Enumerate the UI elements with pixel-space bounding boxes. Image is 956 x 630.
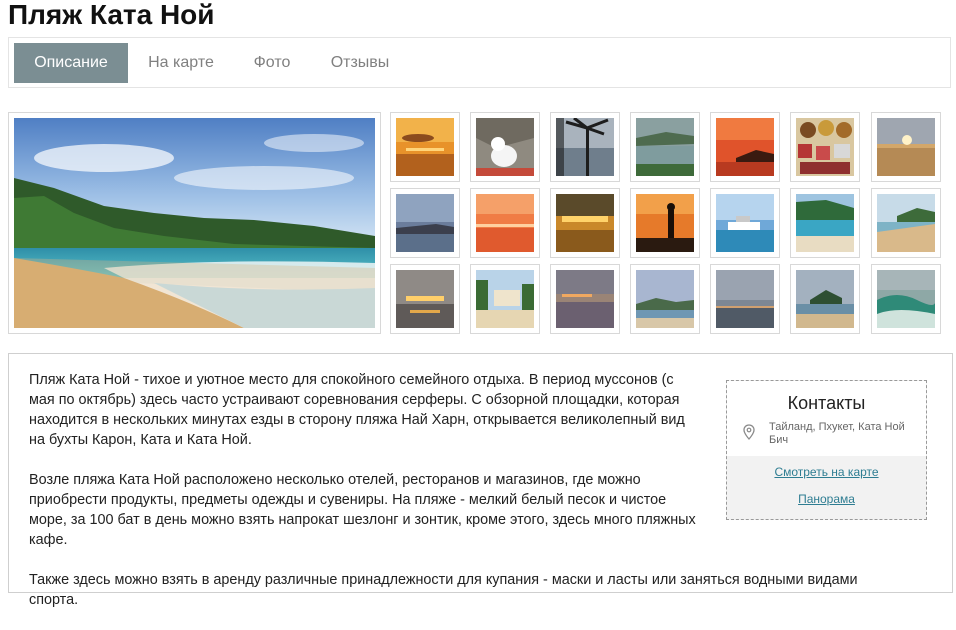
photo-thumbnail[interactable] [390, 112, 460, 182]
photo-thumbnail[interactable] [470, 264, 540, 334]
grey-sky-photo-image [716, 270, 774, 328]
photo-thumbnail[interactable] [470, 188, 540, 258]
tab-photos[interactable]: Фото [241, 43, 303, 83]
contacts-address: Тайланд, Пхукет, Ката Ной Бич [727, 414, 926, 456]
photo-thumbnail[interactable] [710, 112, 780, 182]
photo-thumbnail[interactable] [630, 264, 700, 334]
dusk-photo-image [396, 194, 454, 252]
orange-sky-photo-image [476, 194, 534, 252]
panorama-link[interactable]: Панорама [727, 492, 926, 506]
hotel-photo-image [476, 270, 534, 328]
sunset-sea-photo-image [396, 270, 454, 328]
tab-map[interactable]: На карте [137, 43, 225, 83]
tab-bar: Описание На карте Фото Отзывы [8, 37, 951, 88]
photo-thumbnail[interactable] [710, 264, 780, 334]
tab-description[interactable]: Описание [14, 43, 128, 83]
photo-thumbnail[interactable] [790, 188, 860, 258]
page-title: Пляж Ката Ной [8, 0, 215, 30]
red-sunset-photo-image [716, 118, 774, 176]
description-paragraph: Пляж Ката Ной - тихое и уютное место для… [29, 372, 685, 448]
photo-thumbnail[interactable] [390, 264, 460, 334]
photo-thumbnail[interactable] [550, 112, 620, 182]
photo-thumbnail[interactable] [630, 112, 700, 182]
photo-thumbnail[interactable] [871, 188, 941, 258]
market-photo-image [796, 118, 854, 176]
photo-thumbnail[interactable] [390, 188, 460, 258]
contacts-box: Контакты Тайланд, Пхукет, Ката Ной Бич С… [726, 380, 927, 520]
palm-photo-image [556, 116, 614, 176]
address-text: Тайланд, Пхукет, Ката Ной Бич [769, 421, 905, 446]
green-coast-photo-image [796, 194, 854, 252]
golden-sunset-photo-image [556, 194, 614, 252]
dog-photo-image [476, 118, 534, 176]
tab-reviews[interactable]: Отзывы [319, 43, 401, 83]
view-on-map-link[interactable]: Смотреть на карте [727, 465, 926, 479]
contacts-title: Контакты [727, 381, 926, 414]
wave-photo-image [877, 270, 936, 328]
photo-thumbnail[interactable] [871, 112, 941, 182]
sandy-beach-photo-image [877, 194, 935, 252]
photo-thumbnail[interactable] [790, 264, 860, 334]
island-photo-image [796, 270, 854, 328]
boat-photo-image [716, 194, 774, 252]
description-paragraph: Возле пляжа Ката Ной расположено несколь… [29, 472, 696, 548]
bay-photo-image [636, 118, 694, 176]
description-panel: Пляж Ката Ной - тихое и уютное место для… [8, 353, 953, 608]
description-paragraph: Также здесь можно взять в аренду различн… [29, 572, 858, 608]
photo-thumbnail[interactable] [470, 112, 540, 182]
cloudy-beach-photo-image [636, 270, 694, 328]
photo-thumbnail[interactable] [630, 188, 700, 258]
photo-thumbnail[interactable] [710, 188, 780, 258]
description-text: Пляж Ката Ной - тихое и уютное место для… [29, 370, 858, 630]
silhouette-photo-image [636, 194, 694, 252]
photo-thumbnail[interactable] [550, 188, 620, 258]
dusk-sea-photo-image [556, 270, 614, 328]
sunset-photo-image [396, 118, 454, 176]
beach-photo-image [14, 118, 375, 328]
photo-thumbnail[interactable] [871, 264, 941, 334]
map-pin-icon [743, 424, 755, 440]
main-photo[interactable] [8, 112, 381, 334]
photo-thumbnail[interactable] [790, 112, 860, 182]
evening-sea-photo-image [877, 118, 935, 176]
photo-thumbnail[interactable] [550, 264, 620, 334]
